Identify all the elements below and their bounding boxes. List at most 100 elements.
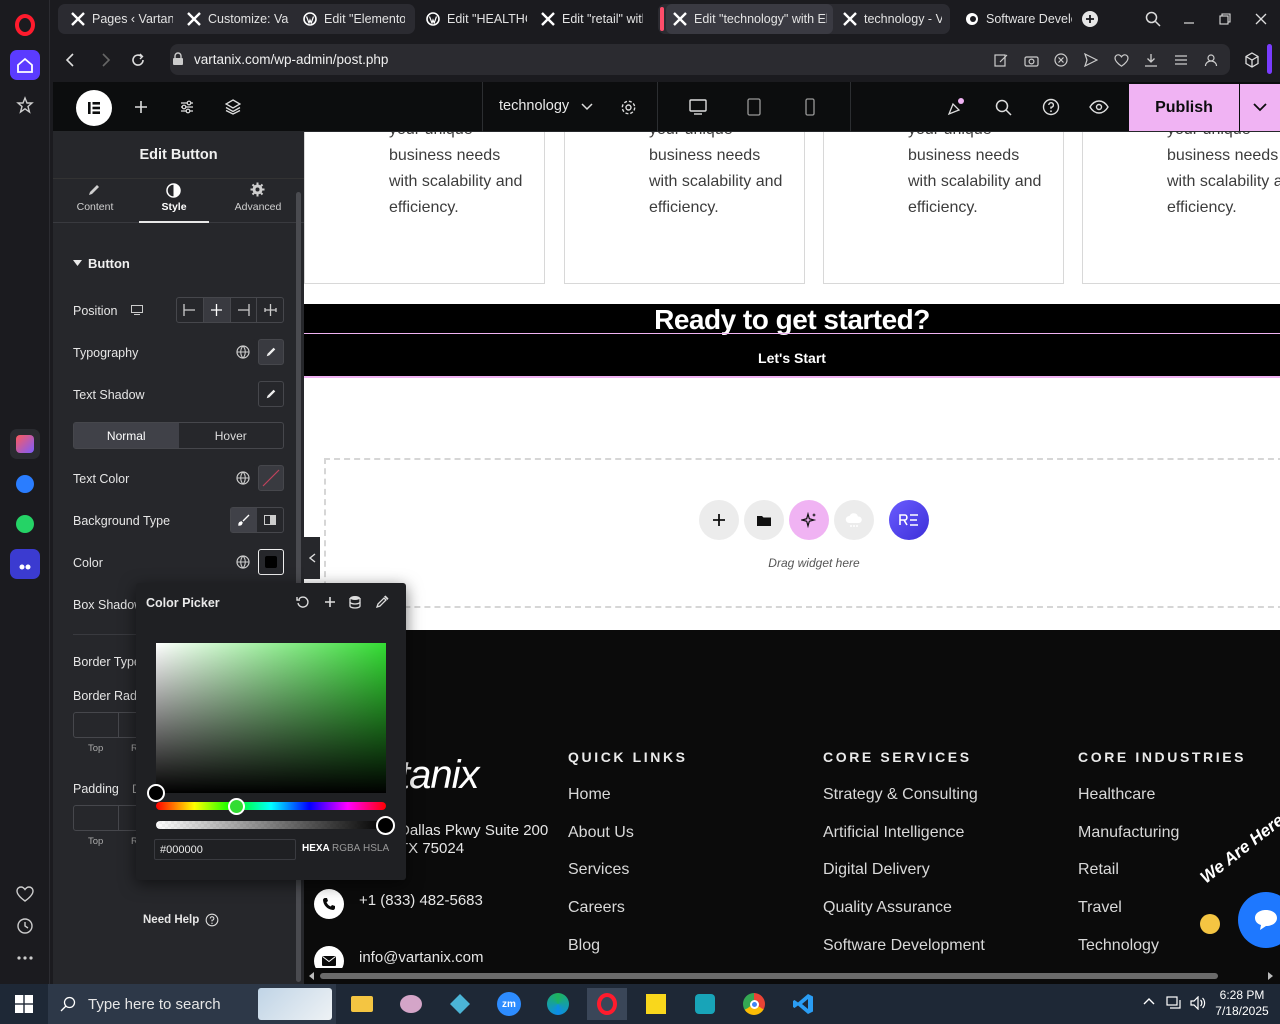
footer-link-careers[interactable]: Careers: [568, 899, 625, 917]
alpha-slider-handle[interactable]: [376, 816, 395, 835]
sticky-notes-icon[interactable]: [636, 988, 676, 1020]
camera-icon[interactable]: [1022, 52, 1040, 68]
text-color-swatch[interactable]: [258, 465, 284, 491]
elementor-logo-icon[interactable]: [76, 90, 112, 126]
padding-top-input[interactable]: [73, 805, 119, 831]
hue-slider[interactable]: [156, 802, 386, 810]
footer-link-blog[interactable]: Blog: [568, 937, 600, 955]
footer-link-manufacturing[interactable]: Manufacturing: [1078, 824, 1179, 842]
profile-icon[interactable]: [1202, 52, 1220, 68]
tab-technology-preview[interactable]: technology - Vartanix: [836, 4, 948, 34]
vscode-icon[interactable]: [783, 988, 823, 1020]
help-icon[interactable]: [1038, 94, 1064, 120]
tray-chevron-icon[interactable]: [1143, 997, 1155, 1005]
volume-icon[interactable]: [1190, 996, 1206, 1010]
align-start-icon[interactable]: [177, 298, 204, 322]
adblock-icon[interactable]: [1052, 52, 1070, 68]
text-color-global-icon[interactable]: [230, 465, 256, 491]
tab-search-icon[interactable]: [1141, 8, 1165, 30]
footer-link-software-dev[interactable]: Software Development: [823, 937, 985, 955]
tab-software-development[interactable]: Software Development: [958, 4, 1078, 34]
format-rgba[interactable]: RGBA: [332, 843, 360, 854]
opera-logo-icon[interactable]: [10, 10, 40, 40]
section-button-toggle[interactable]: Button: [73, 256, 130, 271]
tab-edit-technology[interactable]: Edit "technology" with Elementor: [666, 4, 833, 34]
eyedropper-icon[interactable]: [375, 595, 389, 609]
empty-container-dropzone[interactable]: Drag widget here: [324, 458, 1280, 608]
collapse-panel-button[interactable]: [304, 537, 320, 579]
zoom-icon[interactable]: zm: [489, 988, 529, 1020]
extensions-cube-icon[interactable]: [1243, 52, 1261, 68]
brush-icon[interactable]: [231, 508, 257, 532]
footer-phone[interactable]: +1 (833) 482-5683: [359, 892, 483, 909]
footer-link-digital-delivery[interactable]: Digital Delivery: [823, 861, 930, 879]
tab-customize[interactable]: Customize: Vartanix: [180, 4, 295, 34]
chrome-icon[interactable]: [734, 988, 774, 1020]
tab-pages[interactable]: Pages ‹ Vartanix: [64, 4, 179, 34]
add-global-color-icon[interactable]: [323, 595, 337, 609]
url-text[interactable]: vartanix.com/wp-admin/post.php: [194, 52, 388, 67]
chat-widget-button[interactable]: [1238, 892, 1280, 948]
footer-link-ai[interactable]: Artificial Intelligence: [823, 824, 964, 842]
opera-taskbar-icon[interactable]: [587, 988, 627, 1020]
state-hover-tab[interactable]: Hover: [179, 423, 284, 448]
diamond-app-icon[interactable]: [440, 988, 480, 1020]
footer-link-healthcare[interactable]: Healthcare: [1078, 786, 1155, 804]
scroll-right-icon[interactable]: [1266, 972, 1274, 980]
footer-link-services[interactable]: Services: [568, 861, 629, 879]
typography-global-icon[interactable]: [230, 339, 256, 365]
forward-icon[interactable]: [97, 52, 115, 68]
search-icon[interactable]: [990, 94, 1016, 120]
format-hexa[interactable]: HEXA: [302, 843, 330, 854]
edit-page-icon[interactable]: [992, 52, 1010, 68]
site-settings-icon[interactable]: [174, 94, 200, 120]
royal-elementor-button[interactable]: [889, 500, 929, 540]
text-shadow-edit-icon[interactable]: [258, 381, 284, 407]
gradient-icon[interactable]: [257, 508, 283, 532]
more-icon[interactable]: [10, 943, 40, 973]
address-bar[interactable]: vartanix.com/wp-admin/post.php: [170, 44, 1230, 75]
sv-handle[interactable]: [147, 784, 165, 802]
page-name[interactable]: technology: [499, 98, 569, 114]
align-end-icon[interactable]: [231, 298, 258, 322]
border-radius-top-input[interactable]: [73, 712, 119, 738]
state-normal-tab[interactable]: Normal: [74, 423, 179, 448]
add-element-icon[interactable]: [128, 94, 154, 120]
publish-options-button[interactable]: [1240, 84, 1280, 131]
align-center-icon[interactable]: [203, 298, 231, 322]
scroll-left-icon[interactable]: [308, 972, 316, 980]
minimize-icon[interactable]: [1177, 8, 1201, 30]
add-new-container-button[interactable]: [699, 500, 739, 540]
s-app-icon[interactable]: [685, 988, 725, 1020]
restore-icon[interactable]: [1213, 8, 1237, 30]
color-global-icon[interactable]: [230, 549, 256, 575]
canvas-hscroll-thumb[interactable]: [320, 973, 1218, 979]
lock-icon[interactable]: [172, 52, 184, 66]
tab-edit-retail[interactable]: Edit "retail" with: [534, 4, 649, 34]
cloud-templates-button[interactable]: [834, 500, 874, 540]
footer-link-qa[interactable]: Quality Assurance: [823, 899, 952, 917]
format-hsla[interactable]: HSLA: [363, 843, 389, 854]
whatsapp-icon[interactable]: [10, 509, 40, 539]
edge-icon[interactable]: [538, 988, 578, 1020]
mobile-view-icon[interactable]: [797, 94, 823, 120]
windows-start-icon[interactable]: [4, 988, 44, 1020]
responsive-desktop-icon[interactable]: [131, 305, 143, 315]
music-player-icon[interactable]: [10, 549, 40, 579]
desktop-view-icon[interactable]: [685, 94, 711, 120]
reload-icon[interactable]: [129, 52, 147, 68]
network-icon[interactable]: [1166, 996, 1182, 1010]
footer-link-retail[interactable]: Retail: [1078, 861, 1119, 879]
easy-setup-icon[interactable]: [1172, 52, 1190, 68]
add-template-button[interactable]: [744, 500, 784, 540]
footer-link-strategy[interactable]: Strategy & Consulting: [823, 786, 978, 804]
tab-content[interactable]: Content: [67, 179, 123, 223]
aria-icon[interactable]: [10, 429, 40, 459]
saturation-value-area[interactable]: [156, 643, 386, 793]
chevron-down-icon[interactable]: [574, 94, 600, 120]
paint-app-icon[interactable]: [391, 988, 431, 1020]
global-colors-icon[interactable]: [349, 595, 361, 609]
tablet-view-icon[interactable]: [741, 94, 767, 120]
send-icon[interactable]: [1082, 52, 1100, 68]
color-swatch[interactable]: [258, 549, 284, 575]
